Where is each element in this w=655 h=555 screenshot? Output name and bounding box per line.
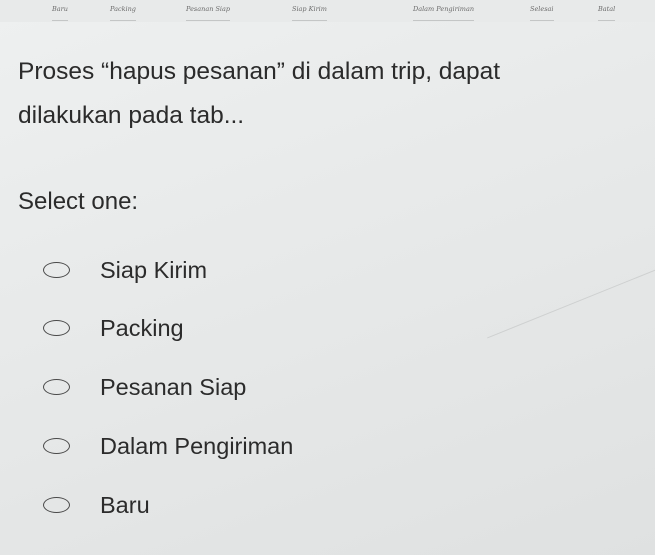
tab-bar: Baru Packing Pesanan Siap Siap Kirim Dal…: [0, 0, 655, 22]
option-label: Dalam Pengiriman: [100, 432, 294, 459]
radio-button[interactable]: [43, 379, 70, 395]
tab-packing[interactable]: Packing: [110, 5, 136, 21]
option-dalam-pengiriman[interactable]: Dalam Pengiriman: [38, 426, 398, 466]
tab-dalam-pengiriman[interactable]: Dalam Pengiriman: [413, 5, 475, 21]
question-line-1: Proses “hapus pesanan” di dalam trip, da…: [18, 58, 501, 85]
tab-baru[interactable]: Baru: [52, 5, 68, 21]
radio-button[interactable]: [43, 497, 70, 513]
tab-pesanan-siap[interactable]: Pesanan Siap: [186, 5, 231, 21]
question-line-2: dilakukan pada tab...: [18, 102, 245, 129]
select-one-label: Select one:: [18, 188, 139, 215]
screen-glare: [487, 262, 655, 339]
tab-siap-kirim[interactable]: Siap Kirim: [292, 5, 327, 21]
radio-button[interactable]: [43, 438, 70, 454]
tab-selesai[interactable]: Selesai: [530, 5, 554, 21]
radio-button[interactable]: [43, 262, 70, 278]
option-packing[interactable]: Packing: [38, 308, 398, 348]
radio-button[interactable]: [43, 320, 70, 336]
option-siap-kirim[interactable]: Siap Kirim: [38, 250, 398, 290]
option-label: Baru: [100, 491, 150, 518]
option-pesanan-siap[interactable]: Pesanan Siap: [38, 367, 398, 407]
option-label: Packing: [100, 314, 184, 341]
option-label: Siap Kirim: [100, 256, 208, 283]
tab-batal[interactable]: Batal: [598, 5, 616, 21]
question-text: Proses “hapus pesanan” di dalam trip, da…: [18, 50, 655, 138]
option-label: Pesanan Siap: [100, 373, 247, 400]
option-baru[interactable]: Baru: [38, 485, 398, 525]
